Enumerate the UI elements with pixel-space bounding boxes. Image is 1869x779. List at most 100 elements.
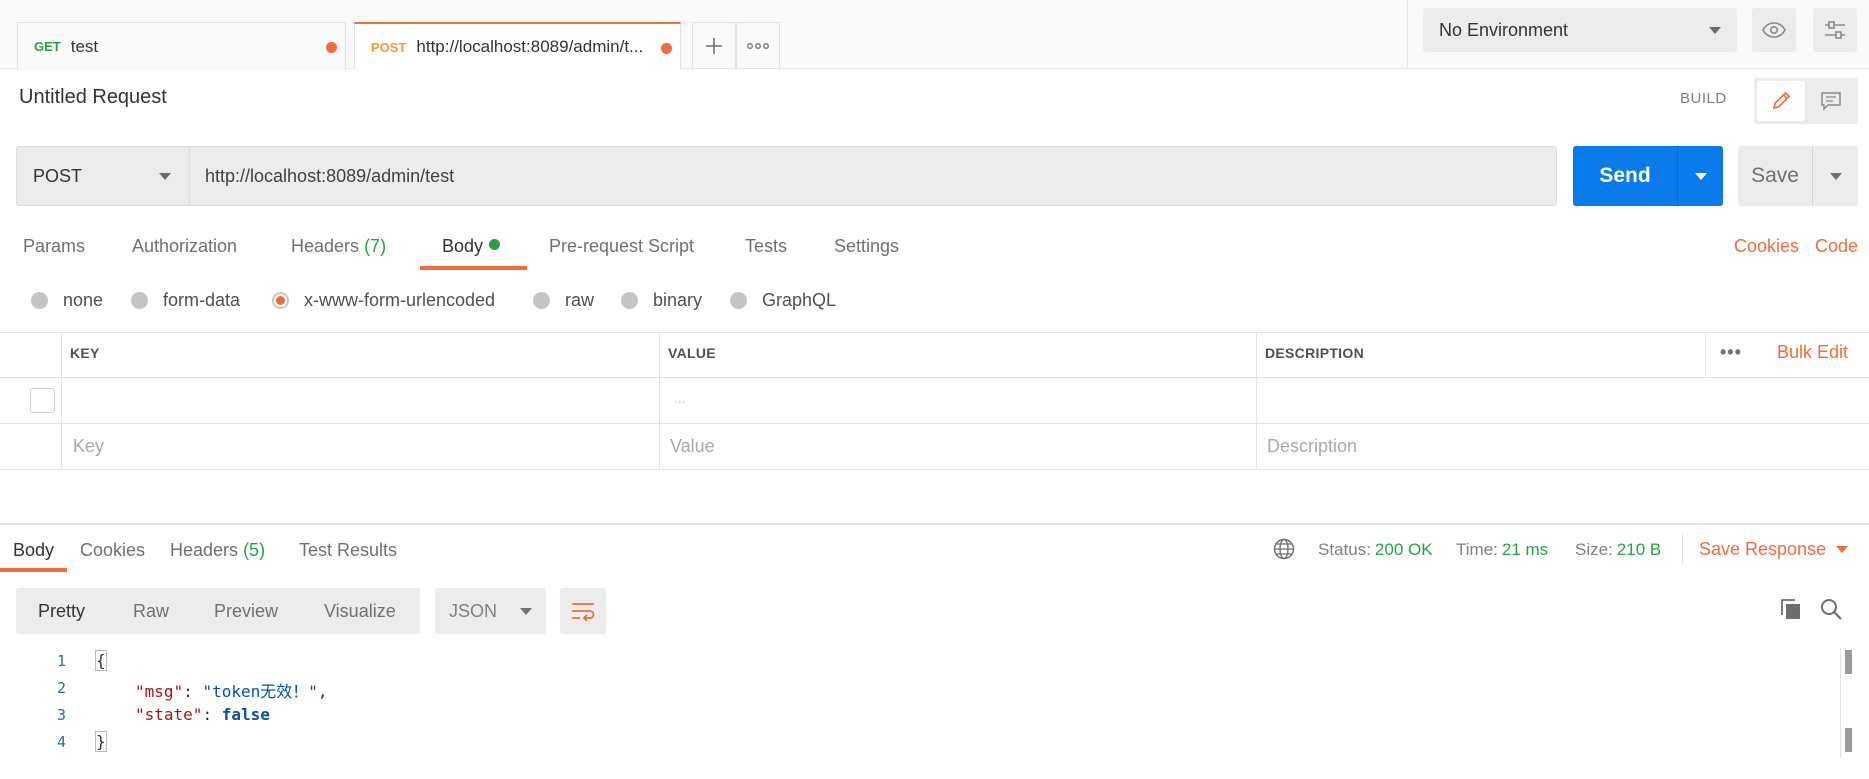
chevron-down-icon — [1829, 172, 1842, 180]
new-tab-button[interactable] — [692, 22, 736, 69]
environment-quick-look-button[interactable] — [1752, 8, 1796, 52]
divider — [0, 377, 1869, 378]
save-response-button[interactable]: Save Response — [1699, 539, 1849, 560]
radio-icon — [533, 292, 550, 309]
json-colon: : — [202, 705, 222, 724]
tab-authorization[interactable]: Authorization — [132, 236, 237, 257]
column-header-key: KEY — [70, 345, 100, 361]
new-value-input[interactable]: Value — [670, 436, 715, 457]
search-icon[interactable] — [1820, 598, 1842, 620]
line-number: 1 — [56, 652, 66, 670]
environment-select[interactable]: No Environment — [1423, 8, 1737, 52]
tab-headers[interactable]: Headers (7) — [291, 236, 386, 257]
response-tab-body[interactable]: Body — [13, 540, 54, 561]
code-line: "state": false — [135, 705, 270, 724]
new-key-input[interactable]: Key — [73, 436, 104, 457]
save-label: Save — [1751, 164, 1799, 187]
chevron-down-icon — [1836, 546, 1849, 553]
top-bar: GET test POST http://localhost:8089/admi… — [0, 0, 1869, 70]
line-number: 4 — [56, 733, 66, 751]
view-visualize[interactable]: Visualize — [324, 588, 396, 634]
build-mode-toggle[interactable] — [1754, 78, 1858, 124]
send-label: Send — [1599, 164, 1651, 187]
column-header-value: VALUE — [668, 345, 716, 361]
time-value: 21 ms — [1501, 540, 1549, 559]
environment-label: No Environment — [1439, 19, 1569, 40]
new-description-input[interactable]: Description — [1267, 436, 1357, 457]
body-type-none[interactable]: none — [31, 290, 103, 311]
status-label: Status: — [1318, 540, 1371, 559]
copy-icon[interactable] — [1780, 598, 1802, 620]
tab-pre-request-script[interactable]: Pre-request Script — [549, 236, 694, 257]
value-ellipsis: ... — [674, 390, 686, 406]
scrollbar-thumb[interactable] — [1845, 650, 1852, 674]
response-tab-test-results[interactable]: Test Results — [299, 540, 397, 561]
request-title[interactable]: Untitled Request — [19, 86, 167, 109]
tab-post-admin-test[interactable]: POST http://localhost:8089/admin/t... — [354, 22, 681, 70]
body-type-form-data[interactable]: form-data — [131, 290, 240, 311]
wrap-lines-button[interactable] — [560, 588, 606, 634]
view-preview[interactable]: Preview — [214, 588, 278, 634]
size-label: Size: — [1575, 540, 1613, 559]
open-brace: { — [95, 650, 107, 671]
tab-body[interactable]: Body — [442, 236, 501, 257]
view-pretty[interactable]: Pretty — [38, 588, 85, 634]
editor-scrollbar[interactable] — [1840, 648, 1841, 758]
more-options-button[interactable]: ••• — [1720, 342, 1742, 363]
column-header-description: DESCRIPTION — [1265, 345, 1364, 361]
save-options-button[interactable] — [1813, 146, 1858, 206]
response-body-editor[interactable]: 1 2 3 4 { "msg": "token无效！", "state": fa… — [0, 648, 1840, 758]
save-button[interactable]: Save — [1738, 146, 1858, 206]
divider — [0, 423, 1869, 424]
body-type-binary[interactable]: binary — [621, 290, 702, 311]
comments-button[interactable] — [1807, 81, 1855, 121]
manage-environments-button[interactable] — [1813, 8, 1857, 52]
send-button[interactable]: Send — [1573, 146, 1723, 206]
http-method-select[interactable]: POST — [16, 146, 190, 206]
send-options-button[interactable] — [1678, 146, 1723, 206]
wrap-lines-icon — [572, 603, 595, 621]
response-tab-cookies[interactable]: Cookies — [80, 540, 145, 561]
json-string: "token无效！" — [202, 682, 318, 701]
tab-headers-label: Headers — [291, 236, 360, 256]
scrollbar-thumb[interactable] — [1845, 728, 1852, 752]
response-tab-headers[interactable]: Headers (5) — [170, 540, 265, 561]
status-value: 200 OK — [1374, 540, 1433, 559]
tab-settings[interactable]: Settings — [834, 236, 899, 257]
body-type-urlencoded[interactable]: x-www-form-urlencoded — [272, 290, 495, 311]
url-input[interactable]: http://localhost:8089/admin/test — [190, 146, 1557, 206]
tab-options-button[interactable] — [736, 22, 780, 69]
line-number: 3 — [56, 706, 66, 724]
close-brace: } — [95, 731, 107, 752]
body-type-raw[interactable]: raw — [533, 290, 594, 311]
code-line: "msg": "token无效！", — [135, 678, 328, 702]
radio-selected-icon — [272, 292, 289, 309]
divider — [0, 332, 1869, 333]
response-format-select[interactable]: JSON — [435, 588, 546, 634]
code-link[interactable]: Code — [1815, 236, 1858, 257]
cookies-link[interactable]: Cookies — [1734, 236, 1799, 257]
body-type-graphql[interactable]: GraphQL — [730, 290, 836, 311]
edit-mode-button[interactable] — [1757, 81, 1805, 121]
radio-label: form-data — [163, 290, 241, 310]
bulk-edit-link[interactable]: Bulk Edit — [1777, 342, 1848, 363]
tab-tests[interactable]: Tests — [745, 236, 787, 257]
tab-params[interactable]: Params — [23, 236, 85, 257]
http-method-value: POST — [33, 165, 83, 186]
radio-label: none — [63, 290, 104, 310]
comment-icon — [1821, 92, 1841, 111]
tab-body-label: Body — [442, 236, 484, 256]
row-enable-checkbox[interactable] — [30, 388, 55, 413]
globe-icon[interactable] — [1273, 538, 1295, 560]
eye-icon — [1762, 22, 1786, 38]
view-raw[interactable]: Raw — [133, 588, 169, 634]
radio-icon — [621, 292, 638, 309]
response-pane-divider[interactable] — [0, 523, 1869, 525]
divider — [0, 469, 1869, 470]
tab-method: POST — [371, 39, 407, 55]
divider — [659, 332, 660, 470]
response-format-value: JSON — [449, 600, 498, 621]
tab-get-test[interactable]: GET test — [17, 22, 346, 70]
body-indicator-dot-icon — [489, 239, 501, 250]
more-horizontal-icon — [747, 42, 769, 49]
